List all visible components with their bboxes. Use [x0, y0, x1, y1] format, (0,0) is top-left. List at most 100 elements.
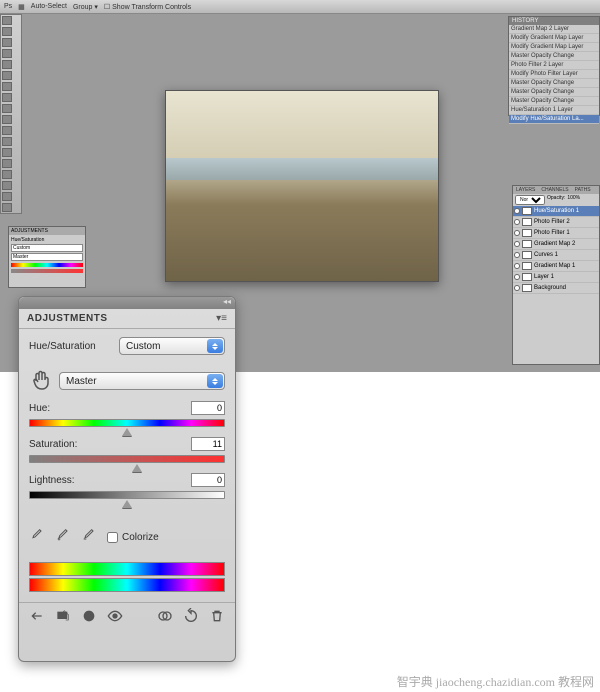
tool-eyedropper[interactable] — [2, 71, 12, 80]
opacity-value[interactable]: 100% — [567, 195, 580, 205]
document-canvas[interactable] — [165, 90, 439, 282]
layer-row[interactable]: Background — [513, 283, 599, 294]
layer-row[interactable]: Curves 1 — [513, 250, 599, 261]
tool-dodge[interactable] — [2, 159, 12, 168]
layer-row[interactable]: Photo Filter 2 — [513, 217, 599, 228]
preset-select[interactable]: Custom — [119, 337, 225, 355]
lightness-slider-thumb[interactable] — [122, 500, 132, 508]
history-item[interactable]: Gradient Map 2 Layer — [509, 25, 599, 34]
history-item[interactable]: Master Opacity Change — [509, 88, 599, 97]
colorize-checkbox[interactable]: Colorize — [107, 532, 159, 543]
clip-to-layer-icon[interactable] — [157, 608, 173, 624]
tool-heal[interactable] — [2, 82, 12, 91]
tool-gradient[interactable] — [2, 137, 12, 146]
layer-row[interactable]: Layer 1 — [513, 272, 599, 283]
show-transform-controls[interactable]: ☐ Show Transform Controls — [104, 3, 191, 11]
reset-icon[interactable] — [183, 608, 199, 624]
hue-slider-thumb[interactable] — [122, 428, 132, 436]
mini-adjustments-panel[interactable]: ADJUSTMENTS Hue/Saturation Custom Master — [8, 226, 86, 288]
mini-adj-range[interactable]: Master — [11, 253, 83, 261]
saturation-slider-thumb[interactable] — [132, 464, 142, 472]
panel-titlebar[interactable]: ◂◂ — [19, 297, 235, 309]
tool-marquee[interactable] — [2, 27, 12, 36]
tools-panel[interactable] — [0, 14, 22, 214]
history-item[interactable]: Master Opacity Change — [509, 97, 599, 106]
range-select[interactable]: Master — [59, 372, 225, 390]
tool-move[interactable] — [2, 16, 12, 25]
blend-mode-select[interactable]: Normal — [515, 195, 545, 205]
tool-wand[interactable] — [2, 49, 12, 58]
mini-adj-preset[interactable]: Custom — [11, 244, 83, 252]
tab-layers[interactable]: LAYERS — [513, 186, 538, 194]
visibility-toggle-icon[interactable] — [514, 241, 520, 247]
tool-path[interactable] — [2, 192, 12, 201]
return-icon[interactable] — [29, 608, 45, 624]
targeted-adjust-icon[interactable] — [29, 369, 53, 393]
tab-paths[interactable]: PATHS — [572, 186, 594, 194]
tool-lasso[interactable] — [2, 38, 12, 47]
history-item[interactable]: Photo Filter 2 Layer — [509, 61, 599, 70]
layer-name: Gradient Map 2 — [534, 241, 575, 247]
history-item[interactable]: Master Opacity Change — [509, 79, 599, 88]
tool-blur[interactable] — [2, 148, 12, 157]
visibility-toggle-icon[interactable] — [514, 263, 520, 269]
saturation-input[interactable] — [191, 437, 225, 451]
auto-select-scope[interactable]: Group ▾ — [73, 3, 98, 11]
visibility-toggle-icon[interactable] — [514, 219, 520, 225]
lightness-input[interactable] — [191, 473, 225, 487]
tool-pen[interactable] — [2, 170, 12, 179]
layers-list[interactable]: Hue/Saturation 1 Photo Filter 2 Photo Filt… — [513, 206, 599, 294]
mini-sat-slider[interactable] — [11, 269, 83, 273]
history-list[interactable]: Gradient Map 2 LayerModify Gradient Map … — [509, 25, 599, 124]
history-item[interactable]: Modify Hue/Saturation La... — [509, 115, 599, 124]
layer-row[interactable]: Gradient Map 2 — [513, 239, 599, 250]
collapse-icon[interactable]: ◂◂ — [223, 297, 231, 306]
layers-panel[interactable]: LAYERS CHANNELS PATHS Normal Opacity: 10… — [512, 185, 600, 365]
layer-name: Photo Filter 1 — [534, 230, 570, 236]
layer-row[interactable]: Photo Filter 1 — [513, 228, 599, 239]
move-tool-icon[interactable]: ▦ — [18, 3, 25, 11]
eyedropper-icon[interactable] — [29, 527, 45, 548]
auto-select-label[interactable]: Auto-Select — [31, 3, 67, 10]
history-item[interactable]: Modify Photo Filter Layer — [509, 70, 599, 79]
trash-icon[interactable] — [209, 608, 225, 624]
adjustments-panel[interactable]: ◂◂ ADJUSTMENTS ▾≡ Hue/Saturation Custom … — [18, 296, 236, 662]
layer-row[interactable]: Hue/Saturation 1 — [513, 206, 599, 217]
mini-hue-slider[interactable] — [11, 263, 83, 267]
expand-view-icon[interactable] — [55, 608, 71, 624]
lightness-slider[interactable] — [29, 491, 225, 499]
saturation-slider[interactable] — [29, 455, 225, 463]
visibility-toggle-icon[interactable] — [514, 274, 520, 280]
hue-slider[interactable] — [29, 419, 225, 427]
visibility-toggle-icon[interactable] — [514, 252, 520, 258]
history-item[interactable]: Master Opacity Change — [509, 52, 599, 61]
visibility-toggle-icon[interactable] — [514, 285, 520, 291]
layer-row[interactable]: Gradient Map 1 — [513, 261, 599, 272]
visibility-toggle-icon[interactable] — [514, 230, 520, 236]
layer-name: Photo Filter 2 — [534, 219, 570, 225]
tab-channels[interactable]: CHANNELS — [538, 186, 571, 194]
visibility-toggle-icon[interactable] — [514, 208, 520, 214]
tool-eraser[interactable] — [2, 126, 12, 135]
history-item[interactable]: Modify Gradient Map Layer — [509, 34, 599, 43]
visibility-icon[interactable] — [107, 608, 123, 624]
adjustments-tab[interactable]: ADJUSTMENTS — [27, 313, 108, 324]
tool-type[interactable] — [2, 181, 12, 190]
opacity-label: Opacity: — [547, 195, 565, 205]
tool-crop[interactable] — [2, 60, 12, 69]
tool-shape[interactable] — [2, 203, 12, 212]
tool-history[interactable] — [2, 115, 12, 124]
tool-brush[interactable] — [2, 93, 12, 102]
eyedropper-plus-icon[interactable] — [55, 527, 71, 548]
hue-input[interactable] — [191, 401, 225, 415]
colorize-input[interactable] — [107, 532, 118, 543]
tool-stamp[interactable] — [2, 104, 12, 113]
mask-icon[interactable] — [81, 608, 97, 624]
app-logo: Ps — [4, 3, 12, 10]
history-item[interactable]: Hue/Saturation 1 Layer — [509, 106, 599, 115]
options-bar[interactable]: Ps ▦ Auto-Select Group ▾ ☐ Show Transfor… — [0, 0, 600, 14]
panel-menu-icon[interactable]: ▾≡ — [216, 313, 227, 324]
history-item[interactable]: Modify Gradient Map Layer — [509, 43, 599, 52]
history-panel[interactable]: HISTORY Gradient Map 2 LayerModify Gradi… — [508, 16, 600, 116]
eyedropper-minus-icon[interactable] — [81, 527, 97, 548]
